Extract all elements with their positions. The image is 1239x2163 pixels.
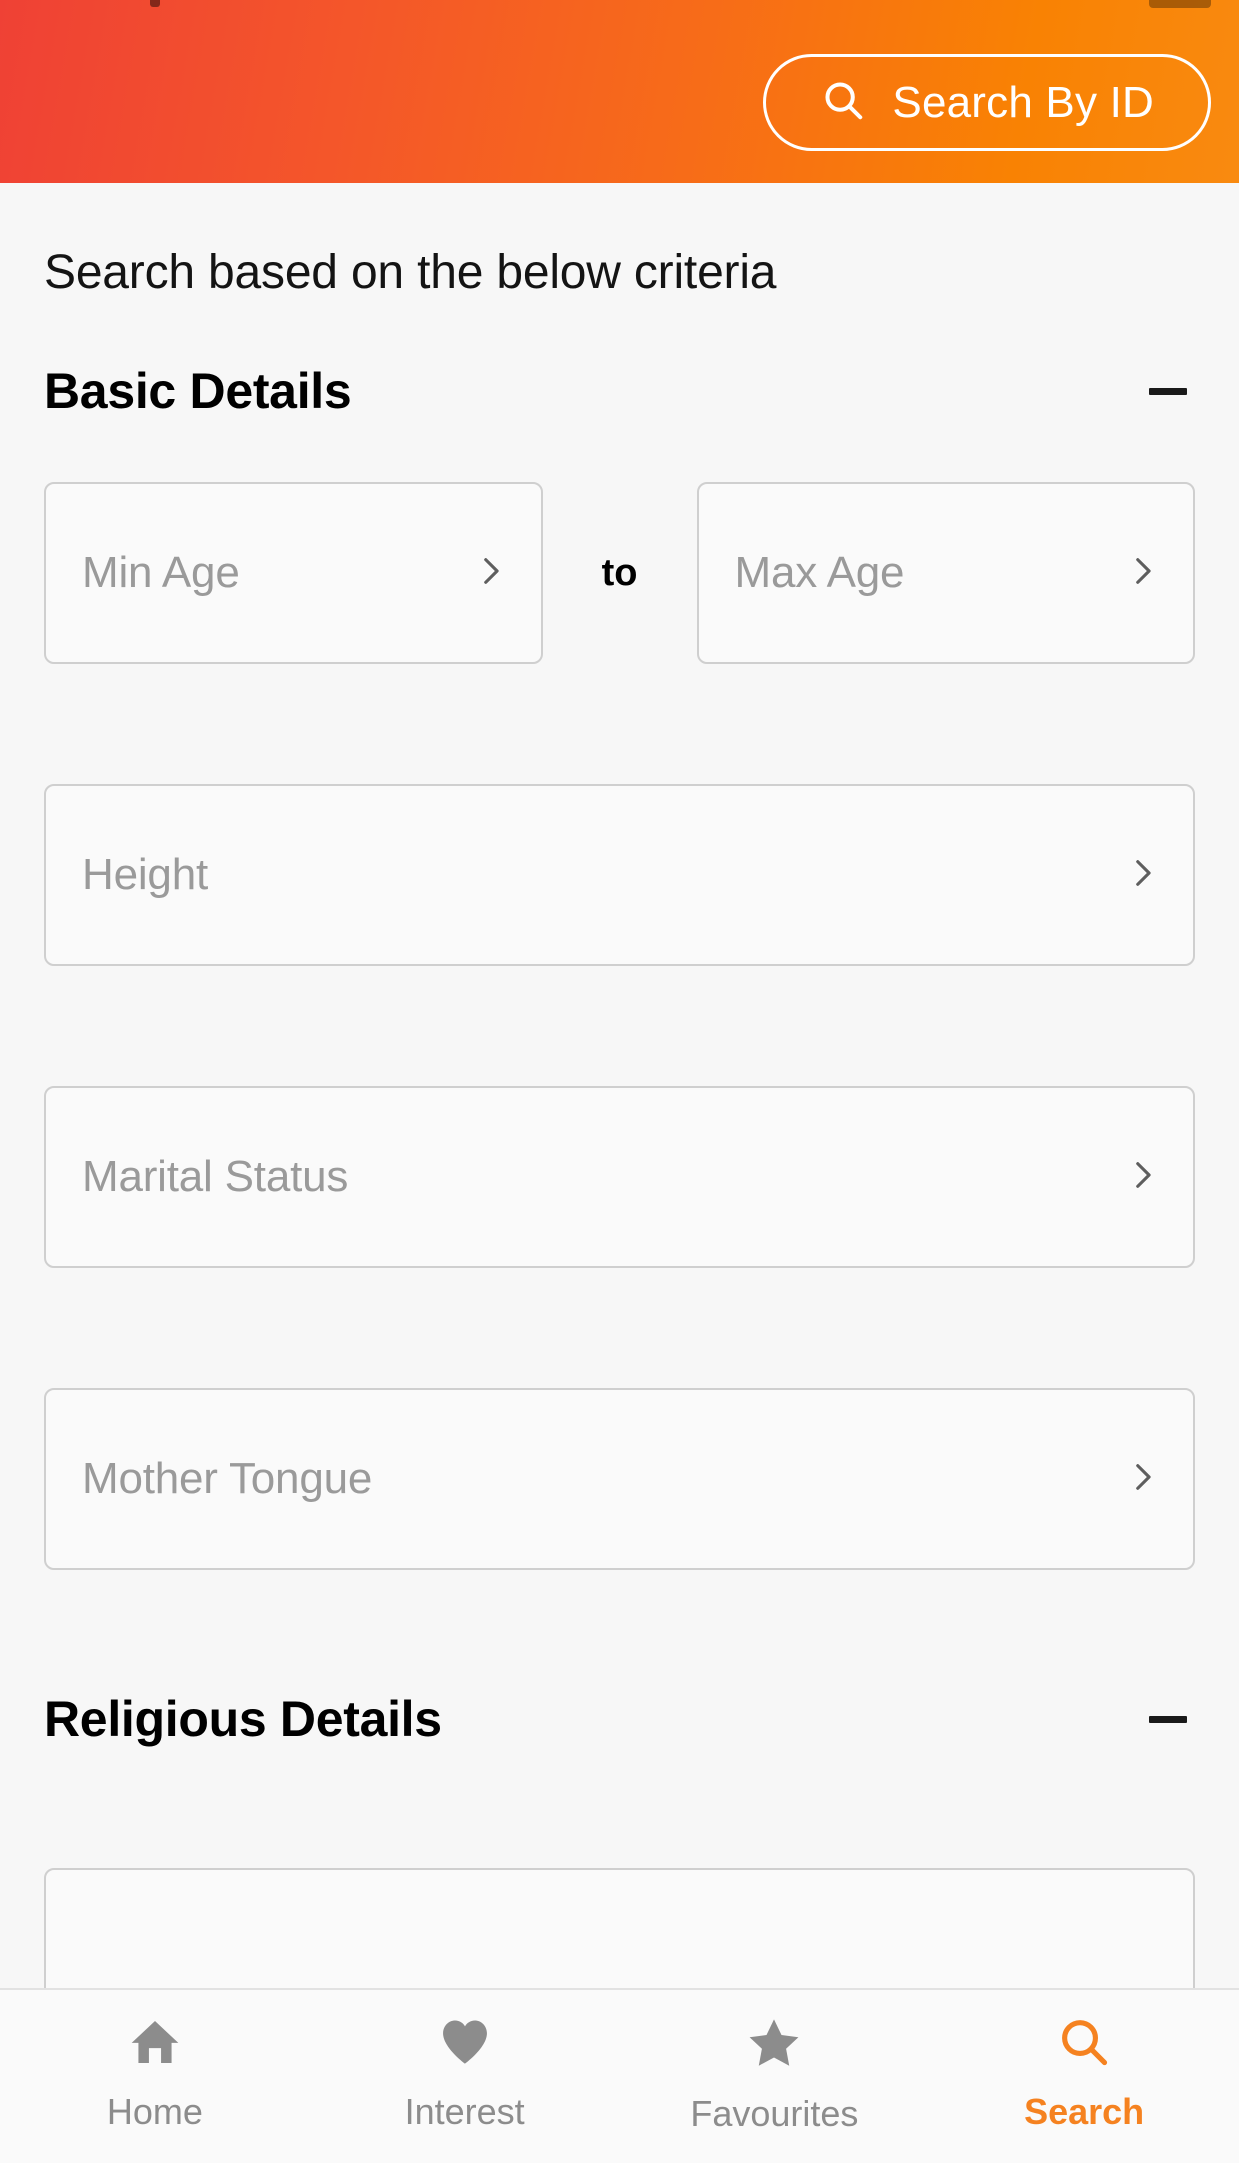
minus-icon[interactable] (1149, 387, 1187, 395)
max-age-field[interactable]: Max Age (696, 482, 1195, 664)
section-title: Religious Details (44, 1691, 442, 1747)
nav-label: Interest (404, 2091, 525, 2132)
marital-status-field[interactable]: Marital Status (44, 1086, 1195, 1268)
max-age-placeholder: Max Age (734, 548, 905, 597)
search-by-id-button[interactable]: Search By ID (763, 54, 1211, 151)
nav-item-favourites[interactable]: Favourites (620, 2014, 930, 2135)
app-root: Search By ID Search based on the below c… (0, 0, 1239, 2163)
nav-item-home[interactable]: Home (0, 2014, 310, 2133)
chevron-right-icon (473, 554, 507, 593)
chevron-right-icon (1125, 1460, 1159, 1499)
nav-label: Home (106, 2091, 203, 2132)
bottom-navigation-bar: Home Interest Favourites Search (0, 1988, 1239, 2163)
nav-label: Favourites (690, 2093, 859, 2134)
criteria-note: Search based on the below criteria (44, 246, 777, 299)
search-icon (1056, 2014, 1112, 2075)
min-age-field[interactable]: Min Age (44, 482, 543, 664)
chevron-right-icon (1125, 554, 1159, 593)
min-age-placeholder: Min Age (82, 548, 240, 597)
height-placeholder: Height (82, 850, 208, 899)
mother-tongue-field[interactable]: Mother Tongue (44, 1388, 1195, 1570)
home-icon (127, 2014, 183, 2075)
nav-label: Search (1024, 2091, 1145, 2132)
app-header: Search By ID (0, 0, 1239, 183)
chevron-right-icon (1125, 856, 1159, 895)
age-range-separator: to (601, 551, 638, 594)
nav-item-search[interactable]: Search (929, 2014, 1239, 2133)
minus-icon[interactable] (1149, 1715, 1187, 1723)
section-header-religious-details[interactable]: Religious Details (44, 1690, 1195, 1748)
height-field[interactable]: Height (44, 784, 1195, 966)
mother-tongue-placeholder: Mother Tongue (82, 1454, 373, 1503)
statusbar-remnant-right (1149, 0, 1211, 8)
section-header-basic-details[interactable]: Basic Details (44, 362, 1195, 420)
statusbar-remnant-left (150, 0, 160, 7)
search-by-id-label: Search By ID (892, 77, 1154, 127)
star-icon (745, 2014, 803, 2077)
religious-details-field-partial[interactable] (44, 1868, 1195, 1988)
search-criteria-scroll[interactable]: Search based on the below criteria Basic… (0, 183, 1239, 1988)
age-range-row: Min Age to Max Age (44, 420, 1195, 664)
heart-icon (437, 2014, 493, 2075)
section-title: Basic Details (44, 363, 352, 419)
marital-status-placeholder: Marital Status (82, 1152, 349, 1201)
nav-item-interest[interactable]: Interest (310, 2014, 620, 2133)
search-icon (820, 77, 866, 128)
chevron-right-icon (1125, 1158, 1159, 1197)
